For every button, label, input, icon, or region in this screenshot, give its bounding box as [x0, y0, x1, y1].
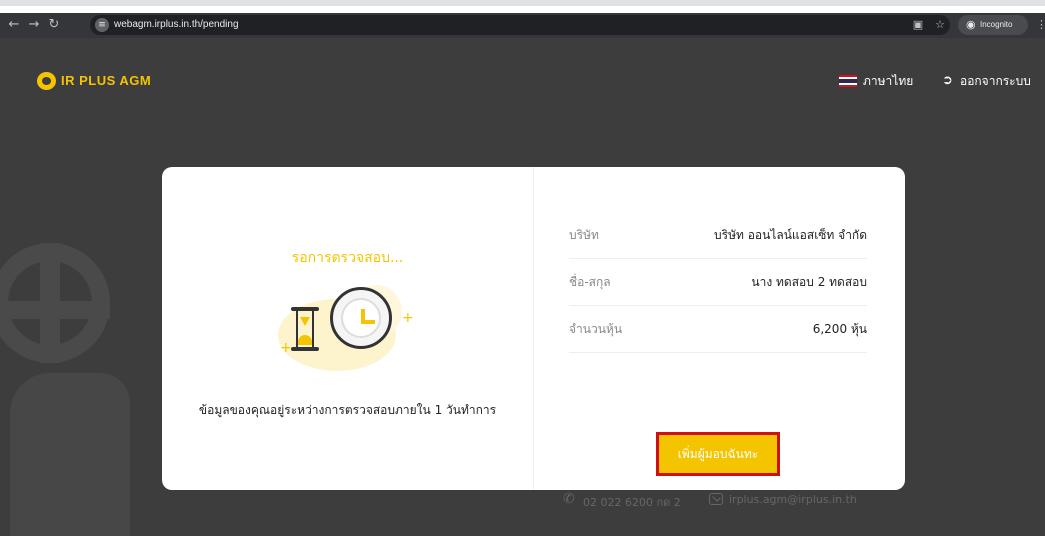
- forward-icon[interactable]: →: [26, 17, 42, 33]
- info-row-shares: จำนวนหุ้น 6,200 หุ้น: [569, 306, 867, 353]
- info-label: ชื่อ-สกุล: [569, 275, 611, 289]
- pending-message: ข้อมูลของคุณอยู่ระหว่างการตรวจสอบภายใน 1…: [198, 403, 497, 417]
- reload-icon[interactable]: ↻: [46, 17, 62, 33]
- language-label: ภาษาไทย: [863, 74, 914, 88]
- star-icon[interactable]: ☆: [933, 18, 947, 32]
- browser-chrome: ← → ↻ ≡ webagm.irplus.in.th/pending ▣ ☆ …: [0, 0, 1045, 40]
- clock-icon: [330, 287, 392, 349]
- url-text[interactable]: webagm.irplus.in.th/pending: [114, 18, 239, 32]
- logo-icon: [37, 72, 56, 90]
- sparkle-icon: +: [402, 310, 414, 326]
- phone-icon: ✆: [563, 491, 575, 507]
- background-decoration: [10, 373, 130, 536]
- back-icon[interactable]: ←: [6, 17, 22, 33]
- info-value: บริษัท ออนไลน์แอสเซ็ท จำกัด: [714, 228, 867, 242]
- thai-flag-icon: [839, 75, 857, 87]
- logo-text: IR PLUS AGM: [61, 73, 152, 88]
- incognito-badge[interactable]: ◉ Incognito: [958, 15, 1028, 35]
- info-row-name: ชื่อ-สกุล นาง ทดสอบ 2 ทดสอบ: [569, 259, 867, 306]
- contact-email[interactable]: irplus.agm@irplus.in.th: [729, 493, 857, 506]
- background-globe-decoration: [0, 243, 110, 363]
- incognito-icon: ◉: [966, 19, 976, 31]
- hourglass-icon: [291, 307, 319, 351]
- add-proxy-highlight: เพิ่มผู้มอบฉันทะ: [656, 432, 780, 476]
- info-label: จำนวนหุ้น: [569, 322, 623, 336]
- mail-icon: [709, 493, 723, 505]
- info-value: 6,200 หุ้น: [812, 322, 867, 336]
- info-value: นาง ทดสอบ 2 ทดสอบ: [751, 275, 867, 289]
- logout-icon: ➲: [942, 73, 953, 88]
- address-bar[interactable]: ≡ webagm.irplus.in.th/pending: [90, 15, 950, 35]
- site-info-icon[interactable]: ≡: [95, 18, 109, 32]
- logout-label: ออกจากระบบ: [960, 74, 1031, 88]
- add-proxy-button[interactable]: เพิ่มผู้มอบฉันทะ: [659, 435, 777, 473]
- pending-card: รอการตรวจสอบ... + + ข้อมูลของคุณอยู่ระหว…: [162, 167, 905, 509]
- card-divider: [533, 167, 534, 490]
- page: IR PLUS AGM ภาษาไทย ➲ ออกจากระบบ รอการตร…: [0, 38, 1045, 536]
- incognito-label: Incognito: [980, 20, 1013, 29]
- browser-tab-strip: [0, 0, 1045, 6]
- more-icon[interactable]: ⋮: [1036, 18, 1045, 31]
- info-row-company: บริษัท บริษัท ออนไลน์แอสเซ็ท จำกัด: [569, 212, 867, 259]
- info-label: บริษัท: [569, 228, 599, 242]
- waiting-illustration: + +: [272, 281, 422, 371]
- contact-phone[interactable]: 02 022 6200 กด 2: [583, 493, 681, 511]
- pending-title: รอการตรวจสอบ...: [291, 250, 404, 266]
- browser-toolbar: ← → ↻ ≡ webagm.irplus.in.th/pending ▣ ☆ …: [0, 13, 1045, 38]
- sparkle-icon: +: [280, 340, 292, 356]
- translate-icon[interactable]: ▣: [911, 18, 925, 32]
